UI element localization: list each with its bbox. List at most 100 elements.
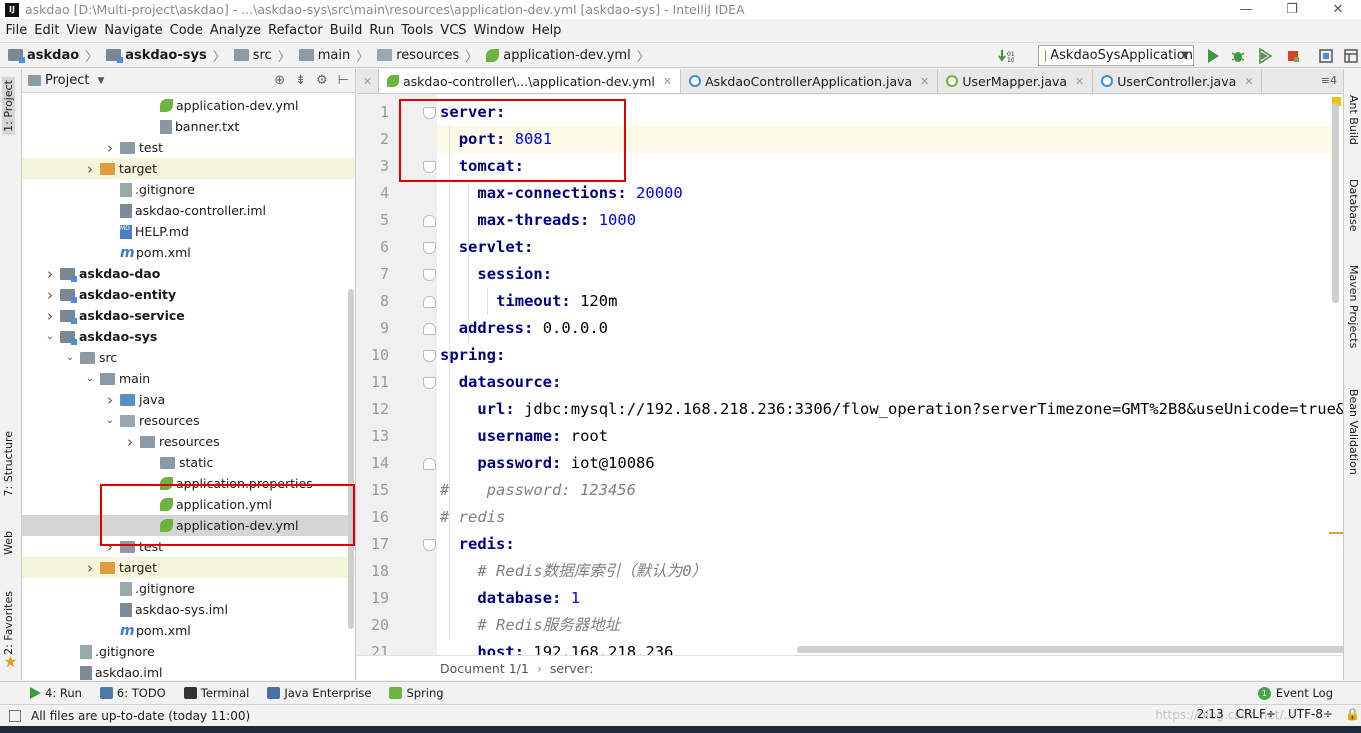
close-icon[interactable]: ✕ — [663, 75, 672, 88]
project-tree-item[interactable]: › askdao-service — [22, 305, 355, 326]
stop-icon[interactable] — [1285, 48, 1301, 64]
chevron-right-icon[interactable]: › — [44, 307, 56, 325]
project-tree-item[interactable]: MD HELP.md — [22, 221, 355, 242]
chevron-right-icon[interactable]: › — [104, 139, 116, 157]
collapse-all-icon[interactable]: ⇟ — [295, 73, 306, 88]
document-indicator[interactable]: Document 1/1 — [440, 661, 529, 676]
close-icon[interactable]: ✕ — [1244, 75, 1253, 88]
project-tree-item[interactable]: › askdao-entity — [22, 284, 355, 305]
settings-icon[interactable]: ⚙ — [316, 73, 328, 88]
project-tree-item[interactable]: .gitignore — [22, 578, 355, 599]
project-tree-item[interactable]: application-dev.yml — [22, 95, 355, 116]
code-line[interactable]: address: 0.0.0.0 — [459, 315, 608, 342]
project-tree-item[interactable]: ⌄ askdao-sys — [22, 326, 355, 347]
code-line[interactable]: host: 192.168.218.236 — [477, 639, 673, 655]
project-tree-item[interactable]: askdao-controller.iml — [22, 200, 355, 221]
tabs-overflow-button[interactable]: ≡4 — [1321, 74, 1337, 87]
project-tree-item[interactable]: › test — [22, 137, 355, 158]
chevron-right-icon[interactable]: › — [44, 286, 56, 304]
tool-tab-structure[interactable]: 7: Structure — [2, 431, 15, 496]
project-tree-item[interactable]: static — [22, 452, 355, 473]
line-separator[interactable]: CRLF÷ — [1236, 707, 1276, 721]
code-line[interactable]: max-connections: 20000 — [477, 180, 682, 207]
menu-tools[interactable]: Tools — [398, 23, 437, 38]
project-panel-title[interactable]: Project — [45, 73, 89, 88]
breadcrumb-item[interactable]: resources 〉 — [377, 46, 478, 65]
project-tree-item[interactable]: › target — [22, 158, 355, 179]
layout-icon[interactable] — [1343, 48, 1359, 64]
menu-code[interactable]: Code — [166, 23, 206, 38]
close-button[interactable]: ✕ — [1315, 0, 1361, 19]
project-tree-item[interactable]: askdao.iml — [22, 662, 355, 680]
chevron-right-icon[interactable]: › — [104, 538, 116, 556]
editor-tab[interactable]: UserController.java ✕ — [1093, 69, 1263, 93]
breadcrumb-item[interactable]: src 〉 — [233, 46, 291, 65]
tool-tab-database[interactable]: Database — [1347, 179, 1360, 232]
project-tree-item[interactable]: application-dev.yml — [22, 515, 355, 536]
fold-end-icon[interactable] — [423, 215, 436, 227]
close-icon[interactable]: ✕ — [920, 75, 929, 88]
code-line[interactable]: redis: — [459, 531, 515, 558]
code-line[interactable]: server: — [440, 99, 505, 126]
hide-panel-icon[interactable]: ⊢ — [338, 73, 349, 88]
code-line[interactable]: # Redis服务器地址 — [477, 612, 620, 639]
fold-start-icon[interactable] — [423, 350, 436, 362]
bottom-tool-tab[interactable]: 6: TODO — [99, 686, 166, 700]
code-line[interactable]: database: 1 — [477, 585, 580, 612]
project-tree-item[interactable]: › resources — [22, 431, 355, 452]
close-icon[interactable]: ✕ — [1075, 75, 1084, 88]
code-line[interactable]: # Redis数据库索引（默认为0） — [477, 558, 707, 585]
locate-icon[interactable]: ⊕ — [274, 73, 285, 88]
project-tree-item[interactable]: › askdao-dao — [22, 263, 355, 284]
chevron-right-icon[interactable]: › — [84, 160, 96, 178]
chevron-right-icon[interactable]: › — [84, 559, 96, 577]
fold-start-icon[interactable] — [423, 539, 436, 551]
bottom-tool-tab[interactable]: 4: Run — [30, 686, 82, 700]
project-tree-item[interactable]: ⌄ src — [22, 347, 355, 368]
breadcrumb-path[interactable]: server: — [550, 661, 594, 676]
menu-vcs[interactable]: VCS — [437, 23, 470, 38]
tool-tab-ant-build[interactable]: Ant Build — [1347, 95, 1360, 145]
chevron-down-icon[interactable]: ▼ — [97, 76, 104, 86]
run-icon[interactable] — [1205, 48, 1221, 64]
project-tree-item[interactable]: ⌄ resources — [22, 410, 355, 431]
project-tree-item[interactable]: askdao-sys.iml — [22, 599, 355, 620]
editor-tab[interactable]: AskdaoControllerApplication.java ✕ — [681, 69, 939, 93]
project-tree-item[interactable]: ⌄ main — [22, 368, 355, 389]
breadcrumb-item[interactable]: application-dev.yml 〉 — [486, 46, 650, 65]
caret-position[interactable]: 2:13 — [1197, 707, 1224, 721]
fold-end-icon[interactable] — [423, 323, 436, 335]
toggle-tool-windows-icon[interactable] — [9, 709, 21, 722]
fold-start-icon[interactable] — [423, 107, 436, 119]
project-tree-item[interactable]: › target — [22, 557, 355, 578]
project-tree-item[interactable]: application.properties — [22, 473, 355, 494]
tool-tab-favorites[interactable]: 2: Favorites — [2, 591, 15, 655]
code-line[interactable]: url: jdbc:mysql://192.168.218.236:3306/f… — [477, 396, 1343, 423]
bottom-tool-tab[interactable]: Spring — [389, 686, 444, 700]
menu-navigate[interactable]: Navigate — [101, 23, 166, 38]
code-line[interactable]: timeout: 120m — [496, 288, 617, 315]
breadcrumb-item[interactable]: askdao-sys 〉 — [106, 46, 226, 65]
project-scrollbar[interactable] — [348, 289, 354, 629]
project-tree-item[interactable]: banner.txt — [22, 116, 355, 137]
project-tree-item[interactable]: application.yml — [22, 494, 355, 515]
code-editor[interactable]: 1 2 3 4 5 6 7 8 9 10 11 12 13 14 15 16 17 18 19 20 21 server… — [357, 95, 1343, 655]
minimize-button[interactable]: — — [1223, 0, 1269, 19]
bottom-tool-tab[interactable]: Java Enterprise — [267, 686, 371, 700]
project-tree-item[interactable]: m pom.xml — [22, 242, 355, 263]
editor-vertical-scrollbar[interactable] — [1332, 103, 1339, 303]
menu-file[interactable]: File — [2, 23, 31, 38]
warning-marker[interactable] — [1329, 532, 1343, 534]
editor-horizontal-scrollbar[interactable] — [797, 646, 1343, 653]
code-line[interactable]: username: root — [477, 423, 608, 450]
lock-icon[interactable]: 🔒 — [1345, 707, 1361, 721]
editor-tab[interactable]: UserMapper.java ✕ — [938, 69, 1094, 93]
project-tree-item[interactable]: .gitignore — [22, 179, 355, 200]
breadcrumb-item[interactable]: main 〉 — [298, 46, 369, 65]
chevron-down-icon[interactable]: ⌄ — [64, 352, 76, 363]
project-tree-item[interactable]: .gitignore — [22, 641, 355, 662]
code-line[interactable]: max-threads: 1000 — [477, 207, 636, 234]
file-encoding[interactable]: UTF-8÷ — [1288, 707, 1333, 721]
chevron-right-icon[interactable]: › — [44, 265, 56, 283]
chevron-right-icon[interactable]: › — [104, 391, 116, 409]
